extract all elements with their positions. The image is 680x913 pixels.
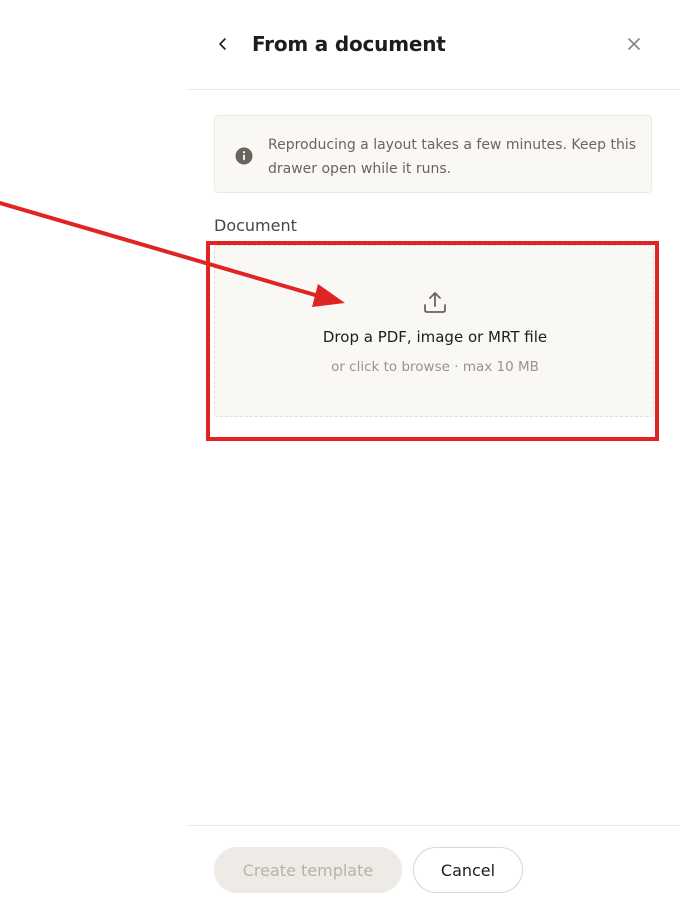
close-button[interactable] [622, 32, 646, 56]
chevron-left-icon [219, 38, 226, 50]
document-field-label: Document [214, 216, 297, 235]
document-drawer: From a document Reproducing a layout tak… [186, 0, 680, 912]
file-dropzone[interactable]: Drop a PDF, image or MRT file or click t… [214, 245, 654, 417]
drawer-header: From a document [186, 0, 680, 90]
create-template-button[interactable]: Create template [214, 847, 402, 893]
info-icon [235, 147, 253, 165]
upload-icon [424, 292, 446, 313]
back-button[interactable] [210, 30, 236, 58]
close-icon [628, 38, 640, 50]
drawer-title: From a document [252, 32, 446, 56]
info-message: Reproducing a layout takes a few minutes… [268, 137, 636, 177]
info-banner: Reproducing a layout takes a few minutes… [214, 115, 652, 193]
drawer-footer: Create template Cancel [186, 825, 680, 913]
dropzone-title: Drop a PDF, image or MRT file [322, 328, 548, 346]
cancel-button[interactable]: Cancel [413, 847, 523, 893]
dropzone-hint: or click to browse · max 10 MB [331, 359, 539, 375]
